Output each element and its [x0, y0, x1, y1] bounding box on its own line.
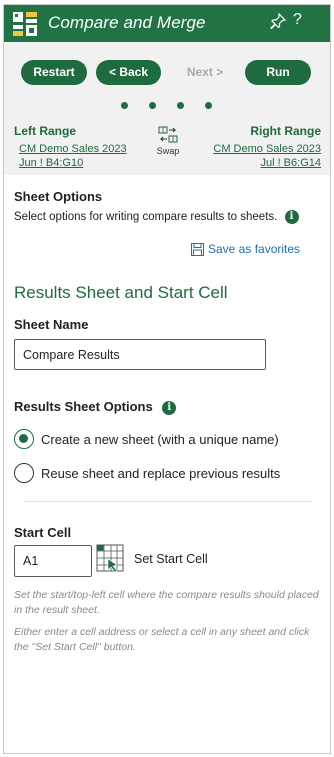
set-start-cell-button[interactable]: Set Start Cell	[96, 544, 208, 574]
step-dot	[205, 102, 212, 109]
start-cell-hint: Set the start/top-left cell where the co…	[14, 589, 319, 616]
start-cell-label: Start Cell	[14, 525, 72, 540]
step-dot	[121, 102, 128, 109]
right-range-link[interactable]: CM Demo Sales 2023 Jul ! B6:G14	[197, 142, 321, 170]
app-title: Compare and Merge	[48, 13, 206, 32]
radio-reuse-sheet-label: Reuse sheet and replace previous results	[41, 465, 281, 481]
info-icon[interactable]: i	[284, 210, 299, 224]
results-sheet-options-text: Results Sheet Options	[14, 399, 153, 414]
sheet-name-input[interactable]	[14, 339, 266, 370]
navigation-band: Restart < Back Next > Run Left Range Rig…	[4, 42, 330, 175]
left-range-label: Left Range	[14, 124, 77, 138]
info-icon[interactable]: i	[162, 400, 177, 415]
app-grid-logo-icon	[13, 12, 37, 36]
help-icon[interactable]: ?	[293, 11, 302, 29]
swap-icon	[158, 126, 178, 143]
right-range-label: Right Range	[250, 124, 321, 138]
step-dot	[177, 102, 184, 109]
step-indicator	[121, 102, 221, 110]
swap-label: Swap	[156, 146, 180, 156]
step-dot	[149, 102, 156, 109]
save-as-favorites-link[interactable]: Save as favorites	[191, 242, 300, 256]
radio-button-selected[interactable]	[14, 429, 34, 449]
swap-button[interactable]: Swap	[154, 126, 182, 156]
sheet-options-heading: Sheet Options	[14, 189, 103, 204]
set-start-cell-label: Set Start Cell	[134, 552, 208, 566]
results-section-title: Results Sheet and Start Cell	[14, 283, 228, 302]
radio-create-new-sheet-label: Create a new sheet (with a unique name)	[41, 431, 279, 447]
radio-create-new-sheet[interactable]: Create a new sheet (with a unique name)	[14, 429, 279, 449]
back-button[interactable]: < Back	[96, 60, 161, 85]
restart-button[interactable]: Restart	[21, 60, 87, 85]
pin-icon[interactable]	[270, 13, 286, 29]
sheet-options-description: Select options for writing compare resul…	[14, 210, 299, 224]
radio-button[interactable]	[14, 463, 34, 483]
start-cell-input[interactable]	[14, 545, 92, 577]
sheet-options-description-text: Select options for writing compare resul…	[14, 211, 278, 224]
next-button: Next >	[186, 65, 224, 79]
save-icon	[191, 242, 204, 256]
save-as-favorites-label: Save as favorites	[208, 242, 301, 256]
sheet-name-label: Sheet Name	[14, 317, 89, 332]
results-sheet-options-label: Results Sheet Options i	[14, 399, 177, 415]
start-cell-hint-2: Either enter a cell address or select a …	[14, 626, 310, 653]
run-button[interactable]: Run	[245, 60, 311, 85]
task-pane: Compare and Merge ? Restart < Back Next …	[3, 4, 331, 754]
radio-reuse-sheet[interactable]: Reuse sheet and replace previous results	[14, 463, 280, 483]
header-bar: Compare and Merge ?	[4, 5, 330, 42]
select-cell-icon	[96, 544, 124, 573]
left-range-link[interactable]: CM Demo Sales 2023 Jun ! B4:G10	[19, 142, 143, 170]
divider	[24, 501, 313, 502]
